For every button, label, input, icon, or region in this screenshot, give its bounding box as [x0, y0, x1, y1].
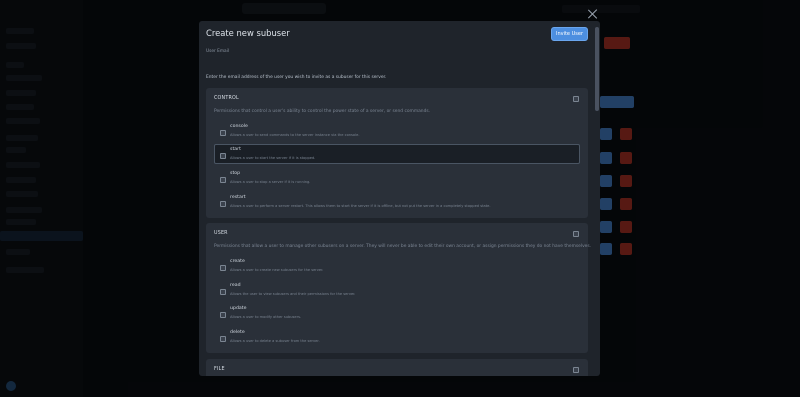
- invite-user-button[interactable]: Invite User: [551, 27, 588, 41]
- checkbox-icon[interactable]: [573, 367, 579, 373]
- permission-row[interactable]: console Allows a user to send commands t…: [214, 121, 580, 141]
- permission-description: Allows a user to delete a subuser from t…: [230, 339, 320, 343]
- permission-name: read: [230, 283, 241, 288]
- permission-description: Allows a user to send commands to the se…: [230, 133, 360, 137]
- permission-name: console: [230, 124, 248, 129]
- permission-description: Allows a user to stop a server if it is …: [230, 180, 311, 184]
- modal-scrollbar[interactable]: [595, 27, 599, 111]
- checkbox-icon[interactable]: [220, 265, 226, 271]
- email-label: User Email: [206, 49, 230, 54]
- permission-row[interactable]: start Allows a user to start the server …: [214, 144, 580, 164]
- email-help-text: Enter the email address of the user you …: [206, 75, 387, 80]
- permission-description: Allows a user to create new subusers for…: [230, 268, 324, 272]
- checkbox-icon[interactable]: [220, 289, 226, 295]
- permission-row[interactable]: update Allows a user to modify other sub…: [214, 303, 580, 323]
- checkbox-icon[interactable]: [220, 201, 226, 207]
- close-icon[interactable]: [587, 8, 599, 20]
- create-subuser-modal: Create new subuser Invite User User Emai…: [199, 21, 600, 376]
- permission-name: update: [230, 306, 247, 311]
- email-field[interactable]: [206, 57, 588, 67]
- permission-description: Allows the user to view subusers and the…: [230, 292, 356, 296]
- permission-row[interactable]: stop Allows a user to stop a server if i…: [214, 168, 580, 188]
- permission-name: start: [230, 147, 241, 152]
- permission-name: restart: [230, 195, 246, 200]
- permission-description: Allows a user to start the server if it …: [230, 156, 316, 160]
- permission-row[interactable]: restart Allows a user to perform a serve…: [214, 192, 580, 212]
- permission-description: Allows a user to modify other subusers.: [230, 315, 302, 319]
- permission-name: delete: [230, 330, 245, 335]
- permission-section-file: FILE: [206, 359, 588, 376]
- modal-title: Create new subuser: [206, 28, 290, 38]
- checkbox-icon[interactable]: [220, 130, 226, 136]
- checkbox-icon[interactable]: [573, 96, 579, 102]
- section-description: Permissions that control a user's abilit…: [214, 109, 431, 114]
- permission-row[interactable]: read Allows the user to view subusers an…: [214, 280, 580, 300]
- checkbox-icon[interactable]: [220, 153, 226, 159]
- checkbox-icon[interactable]: [220, 312, 226, 318]
- permission-description: Allows a user to perform a server restar…: [230, 204, 491, 208]
- section-title: CONTROL: [214, 96, 239, 101]
- permission-row[interactable]: delete Allows a user to delete a subuser…: [214, 327, 580, 347]
- section-description: Permissions that allow a user to manage …: [214, 244, 592, 249]
- checkbox-icon[interactable]: [573, 231, 579, 237]
- checkbox-icon[interactable]: [220, 177, 226, 183]
- checkbox-icon[interactable]: [220, 336, 226, 342]
- permission-name: create: [230, 259, 245, 264]
- section-title: USER: [214, 231, 228, 236]
- permission-name: stop: [230, 171, 241, 176]
- permission-section-control: CONTROL Permissions that control a user'…: [206, 88, 588, 218]
- section-title: FILE: [214, 367, 225, 372]
- permission-section-user: USER Permissions that allow a user to ma…: [206, 223, 592, 353]
- permission-row[interactable]: create Allows a user to create new subus…: [214, 256, 580, 276]
